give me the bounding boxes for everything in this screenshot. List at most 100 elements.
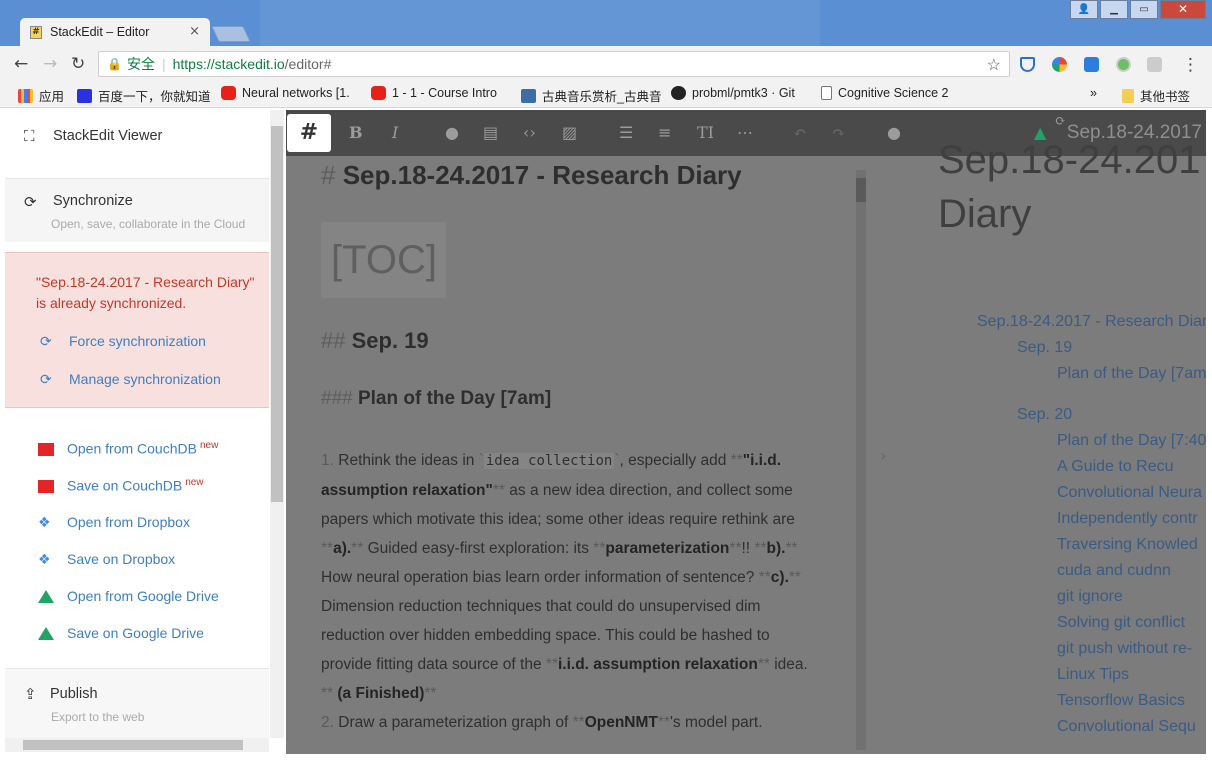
other-bookmarks-label: 其他书签: [1140, 90, 1191, 104]
address-bar[interactable]: 🔒 安全 | https://stackedit.io /editor# ☆: [98, 51, 1010, 77]
comment-icon[interactable]: ●: [887, 123, 901, 142]
toc-link[interactable]: Independently contr: [1057, 510, 1198, 528]
dropbox-icon: ❖: [38, 552, 51, 568]
chrome-menu-icon[interactable]: ⋮: [1182, 55, 1199, 75]
bookmark-item-neural-networks[interactable]: Neural networks [1.: [221, 86, 350, 100]
stackedit-side-menu: ⛶ StackEdit Viewer ⟳ Synchronize Open, s…: [5, 110, 269, 750]
toc-link[interactable]: Sep. 19: [1017, 339, 1072, 357]
unordered-list-icon[interactable]: ≡: [658, 123, 671, 142]
bookmark-item-classical-music[interactable]: 古典音乐赏析_古典音: [521, 86, 661, 105]
green-dot-extension-icon[interactable]: [1116, 57, 1131, 72]
menu-item-viewer[interactable]: ⛶ StackEdit Viewer: [5, 110, 269, 178]
sync-icon: ⟳: [40, 334, 52, 350]
url-path: /editor#: [284, 56, 332, 72]
forward-arrow-icon[interactable]: →: [43, 54, 57, 74]
menu-synchronize-sub: Open, save, collaborate in the Cloud: [51, 217, 246, 231]
url-separator: |: [161, 56, 166, 72]
sync-status-message: "Sep.18-24.2017 - Research Diary" is alr…: [36, 274, 255, 311]
bookmark-item-baidu[interactable]: 百度一下，你就知道: [77, 86, 211, 105]
image-icon[interactable]: ▨: [562, 123, 577, 142]
link-label: Save on CouchDB: [67, 477, 183, 494]
toc-link[interactable]: Solving git conflict: [1057, 614, 1185, 632]
folder-icon: [1122, 88, 1134, 103]
scrollbar-thumb[interactable]: [856, 178, 866, 202]
toc-link[interactable]: Convolutional Sequ: [1057, 718, 1196, 736]
toc-link[interactable]: Linux Tips: [1057, 666, 1129, 684]
bookmark-item-course-intro[interactable]: 1 - 1 - Course Intro: [371, 86, 497, 100]
force-sync-link[interactable]: Force synchronization: [69, 333, 206, 349]
other-bookmarks-folder[interactable]: 其他书签: [1122, 86, 1190, 105]
manage-sync-link[interactable]: Manage synchronization: [69, 371, 221, 387]
scrollbar-thumb[interactable]: [23, 740, 243, 750]
sync-icon: ⟳: [40, 372, 52, 388]
apps-icon: [18, 88, 33, 103]
maximize-button[interactable]: ▭: [1130, 0, 1158, 19]
stackedit-menu-button[interactable]: #: [287, 114, 331, 152]
browser-tab-stackedit[interactable]: # StackEdit – Editor ×: [20, 18, 210, 46]
toc-link[interactable]: cuda and cudnn: [1057, 562, 1171, 580]
toc-link[interactable]: Tensorflow Basics: [1057, 692, 1185, 710]
profile-button[interactable]: 👤: [1070, 0, 1098, 19]
menu-publish-label: Publish: [50, 686, 98, 702]
sync-icon[interactable]: ⟳: [1055, 114, 1066, 129]
minimize-button[interactable]: ▁: [1100, 0, 1128, 19]
quote-icon[interactable]: ▤: [483, 123, 498, 142]
pdf-extension-icon[interactable]: [1147, 57, 1162, 72]
menu-item-publish[interactable]: ⇪ Publish Export to the web: [5, 668, 269, 740]
new-tab-button[interactable]: [211, 26, 251, 42]
bookmark-label: 1 - 1 - Course Intro: [392, 86, 497, 100]
ordered-list-icon[interactable]: ☰: [619, 123, 633, 142]
chevron-double-icon: »: [1090, 86, 1097, 100]
heading-icon[interactable]: TI: [697, 123, 714, 142]
code-icon[interactable]: ‹›: [523, 123, 536, 142]
bold-icon[interactable]: B: [349, 123, 363, 142]
link-globe-icon[interactable]: ●: [445, 123, 459, 142]
bookmarks-overflow-button[interactable]: »: [1090, 86, 1097, 100]
new-badge: new: [199, 440, 219, 451]
window-titlebar: # StackEdit – Editor × 👤 ▁ ▭ ✕: [0, 0, 1212, 46]
bookmark-item-cognitive-science[interactable]: Cognitive Science 2: [821, 86, 948, 100]
editor-scrollbar[interactable]: [856, 170, 866, 750]
toc-link[interactable]: Convolutional Neura: [1057, 484, 1202, 502]
toc-link[interactable]: A Guide to Recu: [1057, 458, 1174, 476]
bookmark-star-icon[interactable]: ☆: [987, 55, 1001, 75]
side-menu-scrollbar[interactable]: [270, 110, 284, 738]
window-extension-icon[interactable]: [1084, 57, 1099, 72]
toc-link[interactable]: Plan of the Day [7am]: [1057, 365, 1206, 383]
toc-link[interactable]: Sep. 20: [1017, 406, 1072, 424]
shield-extension-icon[interactable]: [1020, 57, 1035, 72]
chrome-extension-icon[interactable]: [1052, 57, 1067, 72]
redo-icon[interactable]: ↷: [832, 123, 845, 142]
background-window-blur: [260, 0, 820, 46]
editor-area: # B I ● ▤ ‹› ▨ ☰ ≡ TI ⋯ ↶ ↷ ● ▲ ⟳ Sep.18…: [286, 110, 1206, 754]
toc-link[interactable]: git push without re-: [1057, 640, 1192, 658]
md-heading-1: # Sep.18-24.2017 - Research Diary: [321, 160, 742, 190]
toc-link[interactable]: git ignore: [1057, 588, 1123, 606]
bookmark-item-github[interactable]: probml/pmtk3 · Git: [671, 86, 795, 100]
close-window-button[interactable]: ✕: [1160, 0, 1206, 19]
scrollbar-thumb[interactable]: [271, 126, 283, 502]
italic-icon[interactable]: I: [392, 123, 398, 142]
upload-icon: ⇪: [24, 685, 37, 703]
reload-icon[interactable]: ↻: [71, 54, 85, 74]
hr-icon[interactable]: ⋯: [737, 123, 753, 142]
toc-marker: [TOC]: [331, 238, 437, 282]
menu-publish-sub: Export to the web: [51, 710, 145, 724]
toc-link[interactable]: Traversing Knowled: [1057, 536, 1198, 554]
back-arrow-icon[interactable]: ←: [14, 54, 28, 74]
md-paragraph: 1. Rethink the ideas in ` idea collection…: [321, 452, 808, 731]
fullscreen-icon: ⛶: [24, 127, 35, 145]
bookmark-item-apps[interactable]: 应用: [18, 86, 64, 105]
menu-item-synchronize[interactable]: ⟳ Synchronize Open, save, collaborate in…: [5, 178, 269, 242]
baidu-icon: [77, 88, 92, 103]
youtube-icon: [221, 86, 236, 100]
toc-link[interactable]: Plan of the Day [7:40: [1057, 432, 1206, 450]
tab-close-icon[interactable]: ×: [189, 24, 200, 39]
preview-title-line2: Diary: [938, 192, 1032, 236]
chevron-right-icon[interactable]: ›: [880, 446, 886, 465]
side-menu-hscrollbar[interactable]: [5, 738, 269, 752]
undo-icon[interactable]: ↶: [793, 123, 806, 142]
toc-link[interactable]: Sep.18-24.2017 - Research Diary: [977, 313, 1206, 331]
stackedit-favicon: #: [30, 25, 42, 39]
couchdb-icon: [38, 443, 54, 456]
